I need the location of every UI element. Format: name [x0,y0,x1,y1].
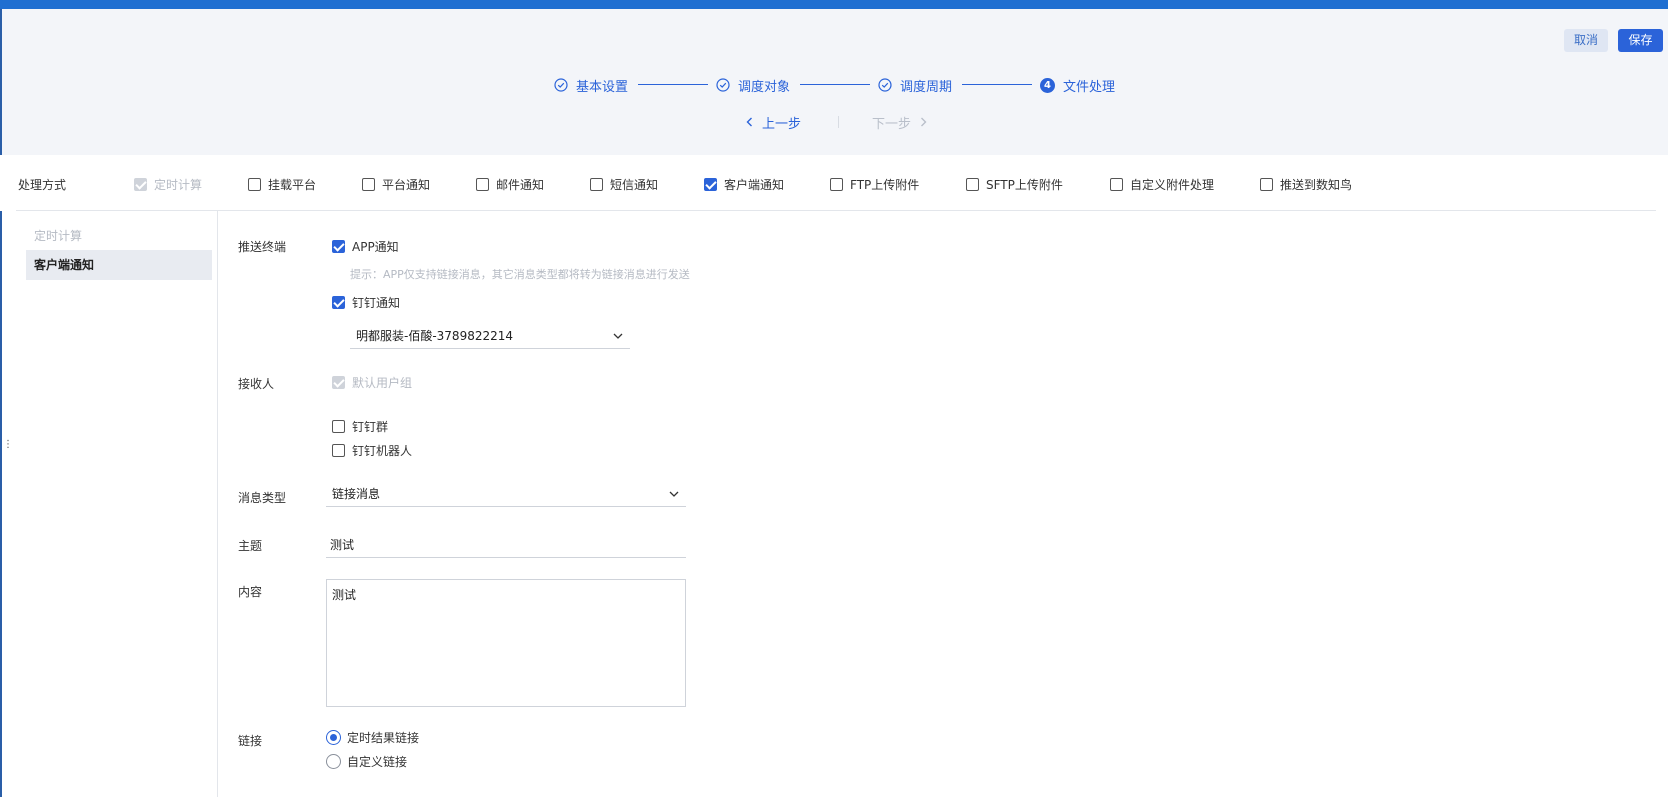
chevron-down-icon [613,333,623,339]
checkbox-box[interactable] [1260,178,1273,191]
checkbox-label: 邮件通知 [496,178,545,192]
checkbox-box[interactable] [590,178,603,191]
check-circle-icon [554,78,568,92]
chevron-down-icon [669,491,679,497]
checkbox-label: 自定义附件处理 [1130,178,1215,192]
checkbox-label: 钉钉机器人 [352,444,413,458]
receiver-label: 接收人 [238,377,275,391]
sidebar-item-client-notify[interactable]: 客户端通知 [26,250,212,280]
checkbox-box[interactable] [248,178,261,191]
checkbox-box [332,376,345,389]
resize-handle[interactable]: ⋮ [3,440,13,457]
dingtalk-robot-checkbox[interactable]: 钉钉机器人 [332,442,412,459]
checkbox-label: 平台通知 [382,178,431,192]
checkbox-box[interactable] [332,420,345,433]
checkbox-box[interactable] [332,444,345,457]
checkbox-box[interactable] [332,240,345,253]
checkbox-label: 钉钉通知 [352,296,401,310]
content-label: 内容 [238,585,263,599]
cancel-button[interactable]: 取消 [1564,29,1608,52]
method-scheduled-calc-checkbox: 定时计算 [134,176,202,193]
default-group-checkbox: 默认用户组 [332,374,412,391]
next-step-label: 下一步 [872,116,912,132]
method-push-shuzhiniao-checkbox[interactable]: 推送到数知鸟 [1260,176,1352,193]
app-notify-checkbox[interactable]: APP通知 [332,238,399,255]
checkbox-box[interactable] [830,178,843,191]
link-label: 链接 [238,734,263,748]
method-sftp-upload-checkbox[interactable]: SFTP上传附件 [966,176,1063,193]
prev-step-button[interactable]: 上一步 [744,112,801,132]
method-mount-platform-checkbox[interactable]: 挂载平台 [248,176,316,193]
checkbox-label: 短信通知 [610,178,659,192]
method-email-notify-checkbox[interactable]: 邮件通知 [476,176,544,193]
dingtalk-account-select[interactable]: 明都服装-佰酸-3789822214 [350,323,630,349]
checkbox-box[interactable] [1110,178,1123,191]
checkbox-label: SFTP上传附件 [986,178,1063,192]
processing-methods: 处理方式 定时计算 挂载平台 平台通知 邮件通知 短信通知 客户端通知 FTP上… [0,155,1668,211]
check-circle-icon [716,78,730,92]
checkbox-box[interactable] [704,178,717,191]
method-platform-notify-checkbox[interactable]: 平台通知 [362,176,430,193]
link-custom-radio[interactable]: 自定义链接 [326,753,407,770]
checkbox-label: 推送到数知鸟 [1280,178,1353,192]
top-bar [0,0,1668,9]
step-schedule-period[interactable]: 调度周期 [878,75,952,95]
msg-type-label: 消息类型 [238,491,287,505]
checkbox-label: 挂载平台 [268,178,317,192]
nav-divider [838,116,839,128]
dingtalk-group-checkbox[interactable]: 钉钉群 [332,418,388,435]
checkbox-label: 客户端通知 [724,178,785,192]
step-connector [800,84,870,85]
save-button[interactable]: 保存 [1618,29,1663,52]
step-label: 基本设置 [576,79,629,95]
checkbox-box[interactable] [966,178,979,191]
step-basic-settings[interactable]: 基本设置 [554,75,628,95]
checkbox-box [134,178,147,191]
step-connector [962,84,1032,85]
select-value: 明都服装-佰酸-3789822214 [356,329,514,343]
step-connector [638,84,708,85]
checkbox-label: 默认用户组 [352,376,413,390]
checkbox-box[interactable] [476,178,489,191]
step-schedule-object[interactable]: 调度对象 [716,75,790,95]
push-terminal-label: 推送终端 [238,240,287,254]
checkbox-box[interactable] [332,296,345,309]
prev-step-label: 上一步 [762,116,802,132]
checkbox-label: FTP上传附件 [850,178,920,192]
checkbox-label: 钉钉群 [352,420,389,434]
checkbox-label: APP通知 [352,240,399,254]
checkbox-box[interactable] [362,178,375,191]
checkbox-label: 定时计算 [154,178,203,192]
config-sidebar: 定时计算 客户端通知 [0,211,218,797]
content-textarea[interactable]: 测试 [326,579,686,707]
divider [16,210,1656,211]
step-label: 文件处理 [1063,79,1116,95]
radio-label: 自定义链接 [347,755,408,769]
chevron-right-icon [921,117,927,127]
check-circle-icon [878,78,892,92]
radio-circle[interactable] [326,730,341,745]
step-label: 调度周期 [900,79,953,95]
method-client-notify-checkbox[interactable]: 客户端通知 [704,176,784,193]
methods-label: 处理方式 [18,178,67,192]
radio-circle[interactable] [326,754,341,769]
chevron-left-icon [746,117,752,127]
method-custom-attachment-checkbox[interactable]: 自定义附件处理 [1110,176,1214,193]
app-hint-text: 提示：APP仅支持链接消息，其它消息类型都将转为链接消息进行发送 [350,268,690,281]
method-sms-notify-checkbox[interactable]: 短信通知 [590,176,658,193]
radio-label: 定时结果链接 [347,731,420,745]
sidebar-item-scheduled-calc: 定时计算 [34,229,83,243]
msg-type-select[interactable]: 链接消息 [326,481,686,507]
next-step-button[interactable]: 下一步 [872,112,929,132]
step-label: 调度对象 [738,79,791,95]
subject-input[interactable]: 测试 [326,532,686,558]
step-number-badge: 4 [1040,77,1055,93]
wizard-header: 取消 保存 [0,9,1668,155]
method-ftp-upload-checkbox[interactable]: FTP上传附件 [830,176,919,193]
step-file-processing[interactable]: 4 文件处理 [1040,75,1115,95]
subject-label: 主题 [238,539,263,553]
select-value: 链接消息 [332,487,381,501]
link-scheduled-result-radio[interactable]: 定时结果链接 [326,729,419,746]
dingtalk-notify-checkbox[interactable]: 钉钉通知 [332,294,400,311]
